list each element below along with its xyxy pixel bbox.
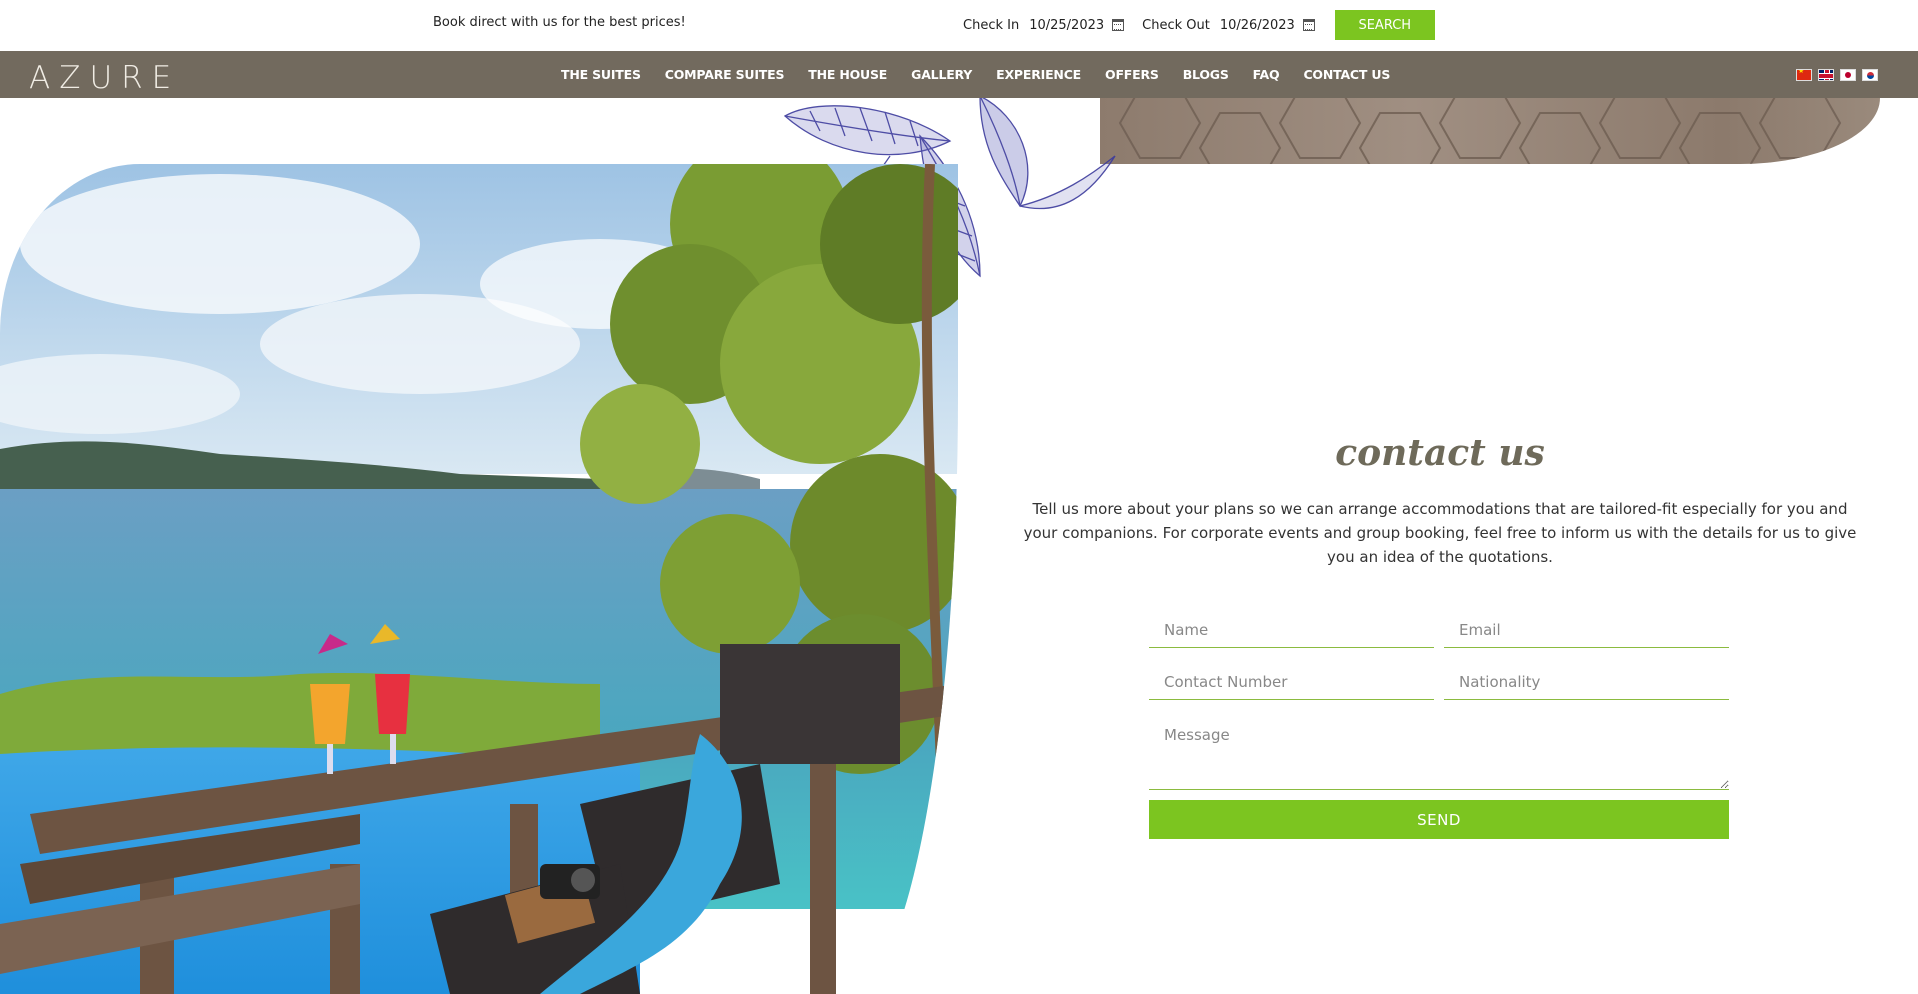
- name-field[interactable]: [1149, 612, 1434, 648]
- decorative-tile-banner: [1100, 98, 1880, 164]
- booking-form: Check In 10/25/2023 Check Out 10/26/2023…: [963, 9, 1435, 41]
- contact-number-field[interactable]: [1149, 664, 1434, 700]
- nationality-field[interactable]: [1444, 664, 1729, 700]
- search-button[interactable]: SEARCH: [1334, 10, 1435, 40]
- language-switcher: [1796, 69, 1878, 81]
- nav-item-blogs[interactable]: BLOGS: [1183, 67, 1229, 82]
- form-row: [1149, 612, 1729, 648]
- main-navigation: AZURE THE SUITES COMPARE SUITES THE HOUS…: [0, 51, 1918, 98]
- korea-flag-icon[interactable]: [1862, 69, 1878, 81]
- japan-flag-icon[interactable]: [1840, 69, 1856, 81]
- send-button[interactable]: SEND: [1149, 800, 1729, 839]
- promo-text: Book direct with us for the best prices!: [433, 15, 686, 30]
- contact-intro-text: Tell us more about your plans so we can …: [1023, 500, 1857, 566]
- nav-item-experience[interactable]: EXPERIENCE: [996, 67, 1081, 82]
- contact-form: SEND: [1149, 612, 1729, 839]
- nav-item-compare-suites[interactable]: COMPARE SUITES: [665, 67, 785, 82]
- calendar-icon[interactable]: [1302, 19, 1315, 31]
- nav-item-contact-us[interactable]: CONTACT US: [1303, 67, 1390, 82]
- form-row: [1149, 664, 1729, 700]
- uk-flag-icon[interactable]: [1818, 69, 1834, 81]
- nav-item-gallery[interactable]: GALLERY: [911, 67, 972, 82]
- nav-item-faq[interactable]: FAQ: [1253, 67, 1280, 82]
- email-field[interactable]: [1444, 612, 1729, 648]
- nav-item-offers[interactable]: OFFERS: [1105, 67, 1159, 82]
- chinese-flag-icon[interactable]: [1796, 69, 1812, 81]
- booking-bar: Book direct with us for the best prices!…: [0, 0, 1918, 51]
- check-in-label: Check In: [963, 17, 1020, 33]
- nav-menu: THE SUITES COMPARE SUITES THE HOUSE GALL…: [561, 51, 1414, 98]
- nav-item-the-house[interactable]: THE HOUSE: [808, 67, 887, 82]
- azure-logo[interactable]: AZURE: [29, 60, 180, 96]
- check-in-date[interactable]: 10/25/2023: [1029, 18, 1104, 33]
- resort-view-image: [0, 164, 958, 994]
- message-field[interactable]: [1149, 716, 1729, 790]
- contact-title: contact us: [1335, 432, 1545, 474]
- nav-item-the-suites[interactable]: THE SUITES: [561, 67, 641, 82]
- check-out-label: Check Out: [1142, 17, 1210, 33]
- calendar-icon[interactable]: [1112, 19, 1125, 31]
- check-out-date[interactable]: 10/26/2023: [1220, 18, 1295, 33]
